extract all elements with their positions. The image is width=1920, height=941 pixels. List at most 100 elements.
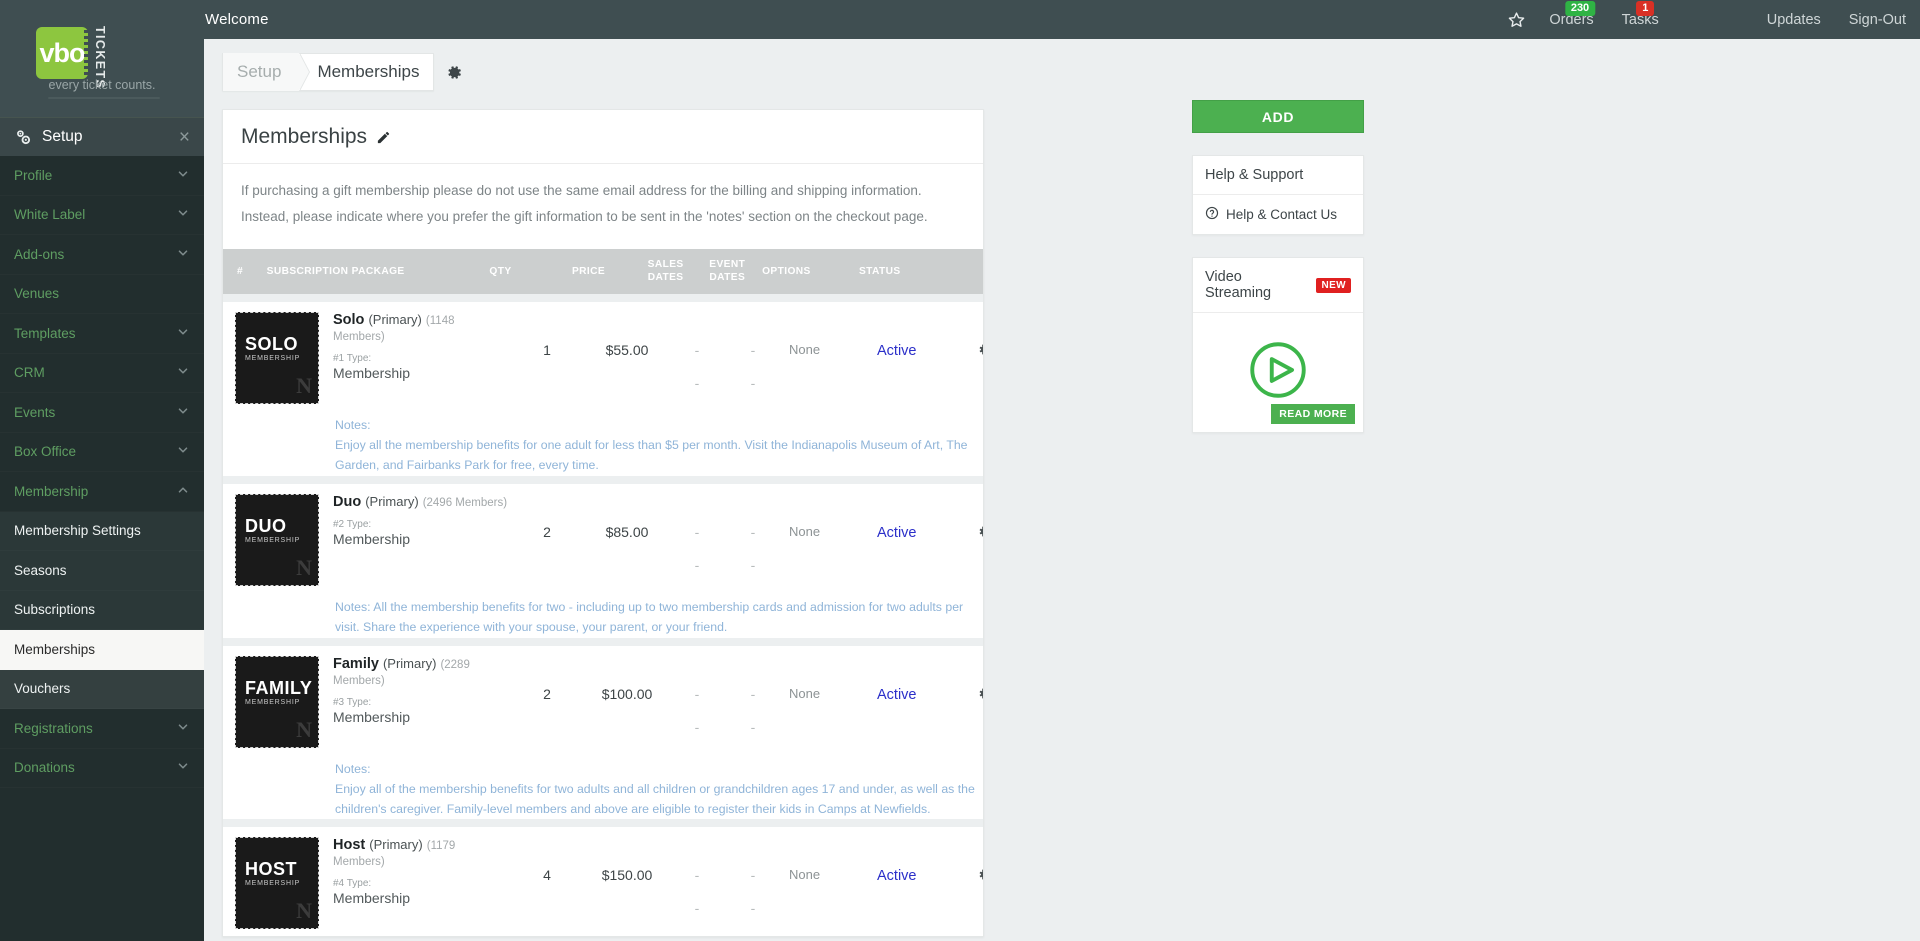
table-row[interactable]: FAMILY MEMBERSHIP N Family (Primary) (2289 … [223,637,983,824]
sidebar-item-profile[interactable]: Profile [0,156,204,196]
price-cell: $100.00 [601,685,653,702]
table-row-cell: DUO MEMBERSHIP N Duo (Primary) (2496 Member… [223,475,983,642]
ticket-notch-icon [84,30,89,76]
row-actions-cell [961,837,983,929]
breadcrumb-setup[interactable]: Setup [223,53,311,91]
brand-logo-area[interactable]: vbo TICKETS every ticket counts. [0,0,204,117]
breadcrumb-memberships[interactable]: Memberships [299,53,433,91]
add-button[interactable]: ADD [1192,100,1364,133]
breadcrumb-gear-icon[interactable] [446,64,463,81]
brand-tagline: every ticket counts. [48,78,156,92]
sidebar-item-label: Add-ons [14,246,65,262]
sidebar-item-registrations[interactable]: Registrations [0,709,204,749]
table-row-cell: HOST MEMBERSHIP N Host (Primary) (1179 Memb… [223,819,983,936]
video-body[interactable]: READ MORE [1193,313,1363,432]
price-cell: $85.00 [605,523,649,540]
package-type-value: Membership [333,890,411,907]
top-nav-orders[interactable]: 230 Orders [1535,0,1607,39]
sidebar-item-white-label[interactable]: White Label [0,196,204,236]
package-name: Solo [333,312,365,329]
sidebar-item-seasons[interactable]: Seasons [0,551,204,591]
pencil-icon[interactable] [376,130,391,145]
thumbnail-subtitle: MEMBERSHIP [245,355,301,363]
event-dates-cell: -- [750,867,756,917]
favorites-star-icon[interactable] [1498,0,1535,39]
status-badge[interactable]: Active [877,687,917,703]
sidebar-item-membership-settings[interactable]: Membership Settings [0,511,204,551]
help-support-panel: Help & Support Help & Contact Us [1192,155,1364,235]
table-row[interactable]: DUO MEMBERSHIP N Duo (Primary) (2496 Member… [223,475,983,642]
thumbnail-subtitle: MEMBERSHIP [245,698,301,706]
sidebar-item-membership[interactable]: Membership [0,472,204,512]
sidebar-item-venues[interactable]: Venues [0,275,204,315]
package-type-value: Membership [333,530,411,547]
membership-thumbnail: DUO MEMBERSHIP N [235,493,319,586]
help-contact-label: Help & Contact Us [1226,207,1338,222]
row-gear-icon[interactable] [977,342,983,357]
options-cell: None [789,867,821,883]
new-badge: NEW [1316,277,1351,293]
row-gear-icon[interactable] [977,867,983,882]
sidebar-nav-list: Profile White Label Add-ons Venues Templates… [0,156,204,788]
package-primary: (Primary) [368,312,422,328]
sidebar-item-label: Membership [14,483,89,499]
sidebar-item-templates[interactable]: Templates [0,314,204,354]
video-streaming-panel: Video Streaming NEW READ MORE [1192,257,1364,433]
sidebar-item-box-office[interactable]: Box Office [0,433,204,473]
chevron-down-icon [176,759,190,776]
status-badge[interactable]: Active [877,868,917,884]
top-nav-tasks[interactable]: 1 Tasks [1608,0,1673,39]
status-cell: Active [869,656,961,748]
table-row[interactable]: SOLO MEMBERSHIP N Solo (Primary) (1148 Memb… [223,294,983,480]
thumbnail-logo: N [296,898,312,924]
status-badge[interactable]: Active [877,525,917,541]
gears-icon [14,129,36,146]
thumbnail-title: FAMILY [245,677,313,698]
col-status: STATUS [854,248,957,299]
read-more-button[interactable]: READ MORE [1271,404,1355,424]
status-cell: Active [869,494,961,586]
sidebar-item-add-ons[interactable]: Add-ons [0,235,204,275]
tickets-vertical-label: TICKETS [93,26,107,90]
status-badge[interactable]: Active [877,343,917,359]
sidebar-item-label: CRM [14,365,45,381]
vbo-logo-mark: vbo [36,27,89,79]
sidebar-item-subscriptions[interactable]: Subscriptions [0,590,204,630]
col-options: OPTIONS [758,248,855,299]
top-nav-signout[interactable]: Sign-Out [1835,0,1920,39]
close-icon[interactable]: × [179,128,190,147]
package-type-label: #1 Type: [333,353,372,365]
package-name: Host [333,837,366,854]
brand-underline [48,97,160,99]
vbo-logo-text: vbo [39,37,85,68]
help-contact-link[interactable]: Help & Contact Us [1193,195,1363,234]
table-row[interactable]: HOST MEMBERSHIP N Host (Primary) (1179 Memb… [223,819,983,936]
question-circle-icon [1205,206,1219,223]
table-row-cell: FAMILY MEMBERSHIP N Family (Primary) (2289 … [223,637,983,824]
breadcrumb-trail: Setup Memberships [222,53,435,91]
row-gear-icon[interactable] [977,686,983,701]
page-title: Memberships [241,125,368,148]
event-dates-cell: -- [750,342,756,392]
sidebar-item-label: Venues [14,286,60,302]
sidebar-item-vouchers[interactable]: Vouchers [0,669,204,709]
chevron-down-icon [176,443,190,460]
sidebar-item-memberships[interactable]: Memberships [0,630,204,670]
sidebar-title: Setup [42,128,83,145]
sidebar-item-label: White Label [14,207,86,223]
chevron-down-icon [176,404,190,421]
package-title: Family (Primary) (2289 Members) [333,656,509,688]
help-support-title: Help & Support [1193,156,1363,195]
row-gear-icon[interactable] [977,524,983,539]
table-header-row: # SUBSCRIPTION PACKAGE QTY PRICE SALES D… [223,248,983,299]
play-circle-icon[interactable] [1239,331,1317,414]
sidebar-item-donations[interactable]: Donations [0,749,204,789]
sales-dates-cell: -- [694,523,700,573]
package-name: Duo [333,493,362,510]
top-nav-updates[interactable]: Updates [1753,0,1835,39]
chevron-down-icon [176,167,190,184]
sidebar-item-events[interactable]: Events [0,393,204,433]
video-streaming-label: Video Streaming [1205,269,1272,301]
package-name: Family [333,655,379,672]
sidebar-item-crm[interactable]: CRM [0,354,204,394]
